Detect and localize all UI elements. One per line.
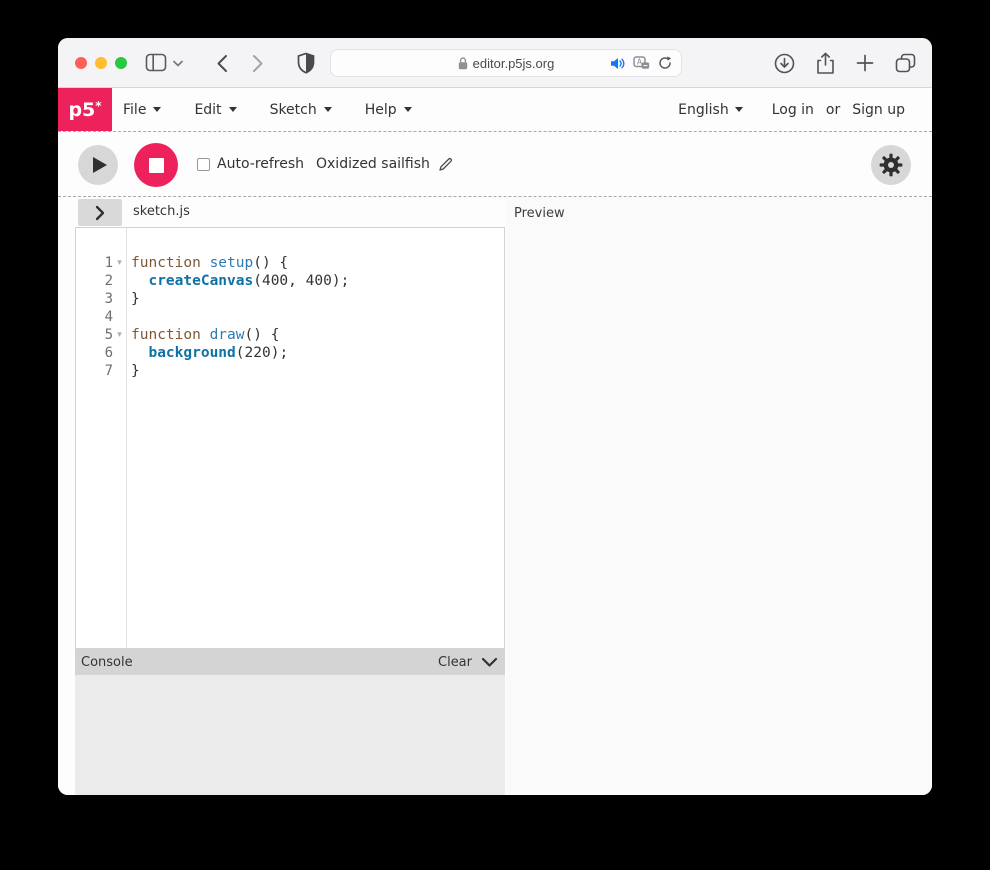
menu-edit[interactable]: Edit	[194, 102, 236, 118]
fold-spacer	[113, 344, 126, 362]
translate-icon[interactable]: A	[633, 56, 650, 70]
browser-toolbar: editor.p5js.org A	[58, 38, 932, 88]
menu-sketch[interactable]: Sketch	[270, 102, 332, 118]
edit-pencil-icon[interactable]	[438, 157, 453, 172]
sidebar-toggle-button[interactable]	[78, 199, 122, 226]
p5-nav-bar: p5* File Edit Sketch Help English	[58, 88, 932, 132]
main-area: Preview sketch.js 1▾2345▾67 function set…	[58, 197, 932, 795]
menu-file[interactable]: File	[123, 102, 161, 118]
console-collapse-icon[interactable]	[481, 657, 498, 668]
login-link[interactable]: Log in	[772, 102, 814, 118]
fold-spacer	[113, 308, 126, 326]
fold-spacer	[113, 362, 126, 380]
nav-right: English Log in or Sign up	[678, 88, 905, 131]
preview-label: Preview	[514, 206, 565, 221]
code-line[interactable]: }	[131, 362, 504, 380]
menu-bar: File Edit Sketch Help	[123, 88, 412, 131]
back-button[interactable]	[216, 54, 228, 73]
code-line[interactable]: background(220);	[131, 344, 504, 362]
autorefresh-control: Auto-refresh	[197, 156, 304, 172]
address-bar-url: editor.p5js.org	[458, 56, 555, 71]
caret-down-icon	[735, 107, 743, 112]
sketch-toolbar: Auto-refresh Oxidized sailfish	[58, 132, 932, 197]
sidebar-chevron-down-icon[interactable]	[173, 60, 183, 67]
code-line[interactable]	[131, 308, 504, 326]
code-line[interactable]: createCanvas(400, 400);	[131, 272, 504, 290]
chevron-right-icon	[95, 205, 105, 221]
sidebar-icon[interactable]	[145, 53, 167, 72]
stop-button[interactable]	[134, 143, 178, 187]
minimize-window-button[interactable]	[95, 57, 107, 69]
console-title: Console	[81, 655, 133, 670]
new-tab-icon[interactable]	[856, 54, 874, 72]
caret-down-icon	[324, 107, 332, 112]
browser-window: editor.p5js.org A	[58, 38, 932, 795]
code-line[interactable]: }	[131, 290, 504, 308]
lock-icon	[458, 57, 468, 70]
fold-arrow-icon[interactable]: ▾	[113, 326, 126, 344]
gear-icon	[879, 153, 903, 177]
console-clear-button[interactable]: Clear	[438, 655, 472, 670]
code-line[interactable]: function draw() {	[131, 326, 504, 344]
url-text: editor.p5js.org	[473, 56, 555, 71]
fold-spacer	[113, 290, 126, 308]
desktop: editor.p5js.org A	[0, 0, 990, 870]
code-line[interactable]: function setup() {	[131, 254, 504, 272]
close-window-button[interactable]	[75, 57, 87, 69]
fold-spacer	[113, 272, 126, 290]
autorefresh-label: Auto-refresh	[217, 156, 304, 172]
fold-arrow-icon[interactable]: ▾	[113, 254, 126, 272]
settings-button[interactable]	[871, 145, 911, 185]
autorefresh-checkbox[interactable]	[197, 158, 210, 171]
play-icon	[93, 157, 107, 173]
gutter: 1▾2345▾67	[76, 228, 127, 648]
tab-overview-icon[interactable]	[895, 53, 916, 73]
caret-down-icon	[404, 107, 412, 112]
stop-icon	[149, 158, 164, 173]
caret-down-icon	[153, 107, 161, 112]
console-body[interactable]	[75, 675, 505, 795]
code-editor[interactable]: 1▾2345▾67 function setup() { createCanva…	[75, 227, 505, 649]
share-icon[interactable]	[816, 52, 835, 75]
zoom-window-button[interactable]	[115, 57, 127, 69]
audio-playing-icon[interactable]	[610, 57, 625, 70]
tab-sketch-js[interactable]: sketch.js	[133, 204, 190, 219]
signup-link[interactable]: Sign up	[852, 102, 905, 118]
play-button[interactable]	[78, 145, 118, 185]
project-name: Oxidized sailfish	[316, 156, 430, 172]
address-bar[interactable]: editor.p5js.org A	[330, 49, 682, 77]
downloads-icon[interactable]	[774, 53, 795, 74]
project-title: Oxidized sailfish	[316, 156, 453, 172]
forward-button[interactable]	[252, 54, 264, 73]
or-text: or	[826, 102, 840, 118]
p5-logo[interactable]: p5*	[58, 88, 112, 131]
reload-icon[interactable]	[658, 56, 672, 70]
menu-help[interactable]: Help	[365, 102, 412, 118]
privacy-shield-icon[interactable]	[297, 52, 315, 74]
caret-down-icon	[229, 107, 237, 112]
code-lines[interactable]: function setup() { createCanvas(400, 400…	[127, 228, 504, 648]
preview-pane: Preview	[506, 197, 932, 795]
language-selector[interactable]: English	[678, 102, 743, 118]
console-header: Console Clear	[75, 649, 505, 675]
traffic-lights	[75, 57, 127, 69]
